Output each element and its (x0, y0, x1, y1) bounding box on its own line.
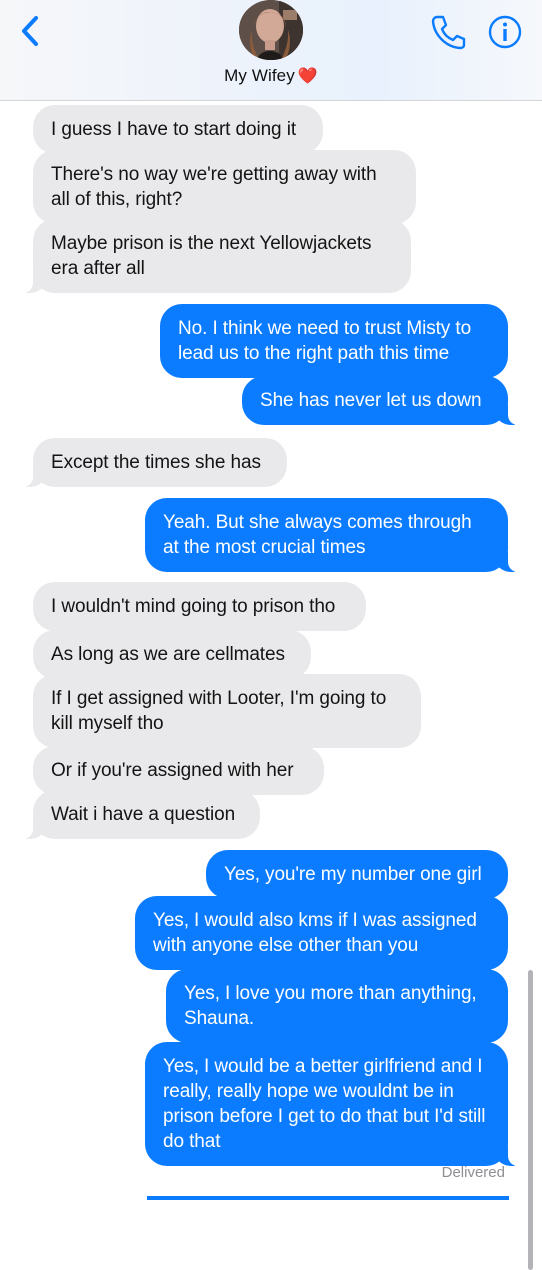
info-icon[interactable] (485, 12, 525, 52)
contact-name-label: My Wifey (224, 66, 295, 85)
phone-icon[interactable] (428, 12, 468, 52)
outgoing-message[interactable]: Yes, I would also kms if I was assigned … (135, 896, 508, 970)
delivered-status: Delivered (441, 1164, 505, 1181)
incoming-message[interactable]: Except the times she has (22, 438, 287, 487)
heart-icon: ❤️ (297, 68, 318, 85)
scrollbar[interactable] (528, 970, 533, 1270)
incoming-message[interactable]: If I get assigned with Looter, I'm going… (33, 674, 421, 748)
outgoing-message[interactable]: No. I think we need to trust Misty to le… (160, 304, 508, 378)
incoming-message[interactable]: Maybe prison is the next Yellowjackets e… (22, 219, 411, 293)
outgoing-message[interactable]: Yes, you're my number one girl (206, 850, 508, 899)
contact-name[interactable]: My Wifey ❤️ (0, 66, 542, 86)
incoming-message[interactable]: I guess I have to start doing it (33, 105, 323, 154)
incoming-message[interactable]: I wouldn't mind going to prison tho (33, 582, 366, 631)
outgoing-message[interactable]: Yes, I would be a better girlfriend and … (145, 1042, 519, 1166)
conversation-header: My Wifey ❤️ (0, 0, 542, 101)
outgoing-message[interactable]: She has never let us down (242, 376, 519, 425)
incoming-message[interactable]: There's no way we're getting away with a… (33, 150, 416, 224)
chevron-left-icon[interactable] (14, 12, 48, 50)
incoming-message[interactable]: Or if you're assigned with her (33, 746, 324, 795)
outgoing-message[interactable]: Yeah. But she always comes through at th… (145, 498, 519, 572)
next-message-edge (147, 1196, 509, 1200)
incoming-message[interactable]: As long as we are cellmates (33, 630, 311, 679)
outgoing-message[interactable]: Yes, I love you more than anything, Shau… (166, 969, 508, 1043)
message-list[interactable]: I guess I have to start doing it There's… (0, 100, 542, 1270)
incoming-message[interactable]: Wait i have a question (22, 790, 260, 839)
avatar[interactable] (239, 0, 303, 60)
